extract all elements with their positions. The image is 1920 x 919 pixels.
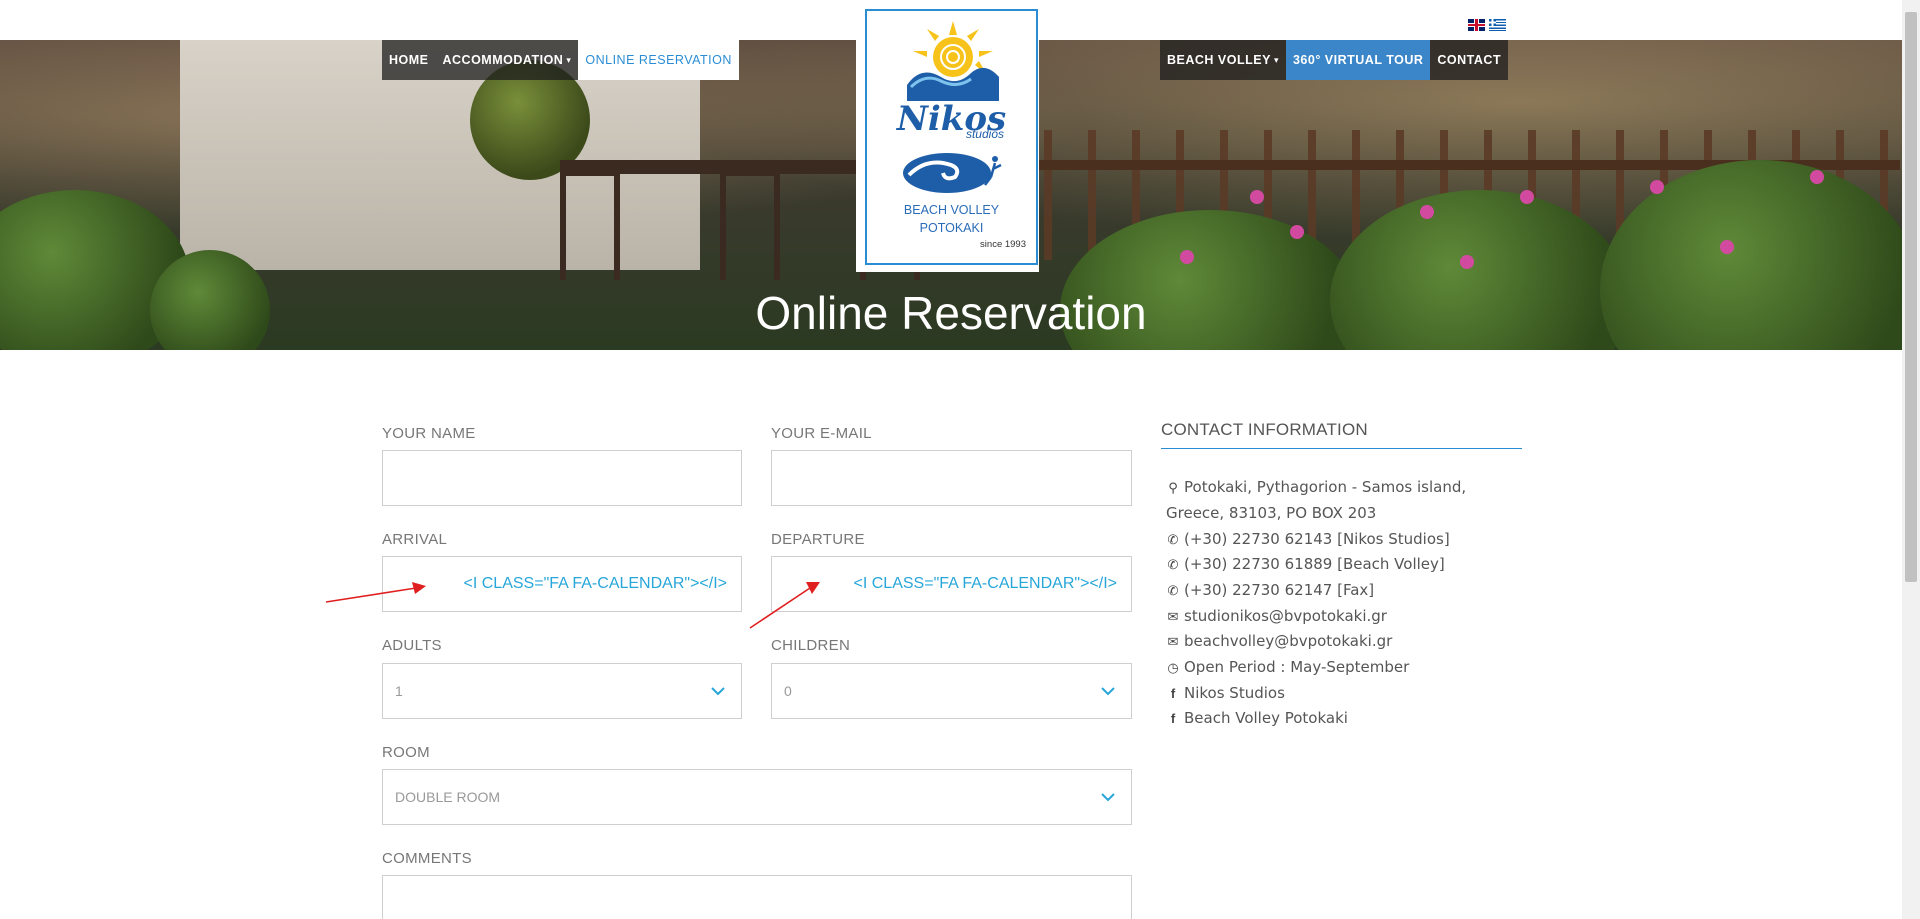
chevron-down-icon	[711, 687, 725, 696]
phone-icon: ✆	[1167, 558, 1179, 573]
envelope-icon: ✉	[1167, 635, 1179, 650]
en-flag-icon[interactable]	[1468, 19, 1485, 31]
phone-icon: ✆	[1167, 533, 1179, 548]
sun-wave-icon	[907, 21, 999, 101]
nav-contact[interactable]: CONTACT	[1430, 40, 1508, 80]
logo-sub: studios	[965, 127, 1004, 141]
contact-address: ⚲ Potokaki, Pythagorion - Samos island,	[1166, 478, 1466, 496]
contact-info-title: CONTACT INFORMATION	[1161, 420, 1368, 439]
nav-accommodation[interactable]: ACCOMMODATION ▾	[436, 40, 579, 80]
arrival-label: ARRIVAL	[382, 531, 448, 548]
comments-label: COMMENTS	[382, 850, 472, 867]
adults-label: ADULTS	[382, 637, 442, 654]
adults-select[interactable]: 1	[382, 663, 742, 719]
children-select[interactable]: 0	[771, 663, 1132, 719]
annotation-arrow-icon	[749, 582, 820, 629]
adults-value: 1	[395, 683, 403, 699]
contact-info-divider	[1161, 448, 1522, 449]
children-value: 0	[784, 683, 792, 699]
contact-fax: ✆ (+30) 22730 62147 [Fax]	[1167, 581, 1375, 599]
chevron-down-icon: ▾	[1273, 55, 1279, 65]
chevron-down-icon	[1101, 687, 1115, 696]
arrival-date-input[interactable]: <I CLASS="FA FA-CALENDAR"></I>	[382, 556, 742, 612]
map-marker-icon: ⚲	[1168, 481, 1178, 496]
envelope-icon: ✉	[1167, 610, 1179, 625]
scrollbar-thumb[interactable]	[1905, 12, 1917, 582]
contact-facebook-2[interactable]: f Beach Volley Potokaki	[1166, 709, 1348, 727]
contact-phone-1[interactable]: ✆ (+30) 22730 62143 [Nikos Studios]	[1166, 530, 1450, 548]
email-input[interactable]	[771, 450, 1132, 506]
name-input[interactable]	[382, 450, 742, 506]
nav-virtual-tour[interactable]: 360° VIRTUAL TOUR	[1285, 40, 1431, 80]
facebook-icon: f	[1170, 686, 1176, 701]
contact-email-2[interactable]: ✉ beachvolley@bvpotokaki.gr	[1166, 632, 1393, 650]
room-select[interactable]: DOUBLE ROOM	[382, 769, 1132, 825]
site-logo[interactable]: Nikos studios BEACH VOLLEY POTOKAKI sinc…	[856, 0, 1039, 272]
nav-beach-volley[interactable]: BEACH VOLLEY ▾	[1160, 40, 1286, 80]
contact-facebook-1[interactable]: f Nikos Studios	[1166, 684, 1285, 702]
page-scrollbar[interactable]	[1902, 0, 1920, 919]
contact-email-1[interactable]: ✉ studionikos@bvpotokaki.gr	[1166, 607, 1387, 625]
page-title: Online Reservation	[755, 287, 1147, 339]
main-nav-right: BEACH VOLLEY ▾ 360° VIRTUAL TOUR CONTACT	[1160, 40, 1509, 80]
language-switcher	[1468, 19, 1506, 31]
chevron-down-icon	[1101, 793, 1115, 802]
clock-icon: ◷	[1167, 661, 1179, 676]
chevron-down-icon: ▾	[566, 55, 572, 65]
room-label: ROOM	[382, 744, 430, 761]
comments-textarea[interactable]	[382, 875, 1132, 919]
main-nav-left: HOME ACCOMMODATION ▾ ONLINE RESERVATION	[382, 40, 739, 80]
nav-online-reservation[interactable]: ONLINE RESERVATION	[578, 40, 739, 80]
gr-flag-icon[interactable]	[1489, 19, 1506, 31]
logo-beach-volley: BEACH VOLLEY POTOKAKI	[903, 203, 1000, 235]
email-label: YOUR E-MAIL	[771, 425, 872, 442]
contact-open-period: ◷ Open Period : May-September	[1167, 658, 1410, 676]
departure-label: DEPARTURE	[771, 531, 865, 548]
phone-icon: ✆	[1167, 584, 1179, 599]
annotation-arrow-icon	[325, 582, 426, 603]
logo-since: since 1993	[980, 239, 1026, 250]
departure-date-input[interactable]: <I CLASS="FA FA-CALENDAR"></I>	[771, 556, 1132, 612]
name-label: YOUR NAME	[382, 425, 476, 442]
wave-player-icon	[903, 153, 1002, 193]
contact-address-2: Greece, 83103, PO BOX 203	[1166, 504, 1377, 522]
facebook-icon: f	[1170, 711, 1176, 726]
nav-home[interactable]: HOME	[382, 40, 436, 80]
room-value: DOUBLE ROOM	[395, 789, 501, 805]
contact-phone-2[interactable]: ✆ (+30) 22730 61889 [Beach Volley]	[1166, 555, 1445, 573]
children-label: CHILDREN	[771, 637, 851, 654]
